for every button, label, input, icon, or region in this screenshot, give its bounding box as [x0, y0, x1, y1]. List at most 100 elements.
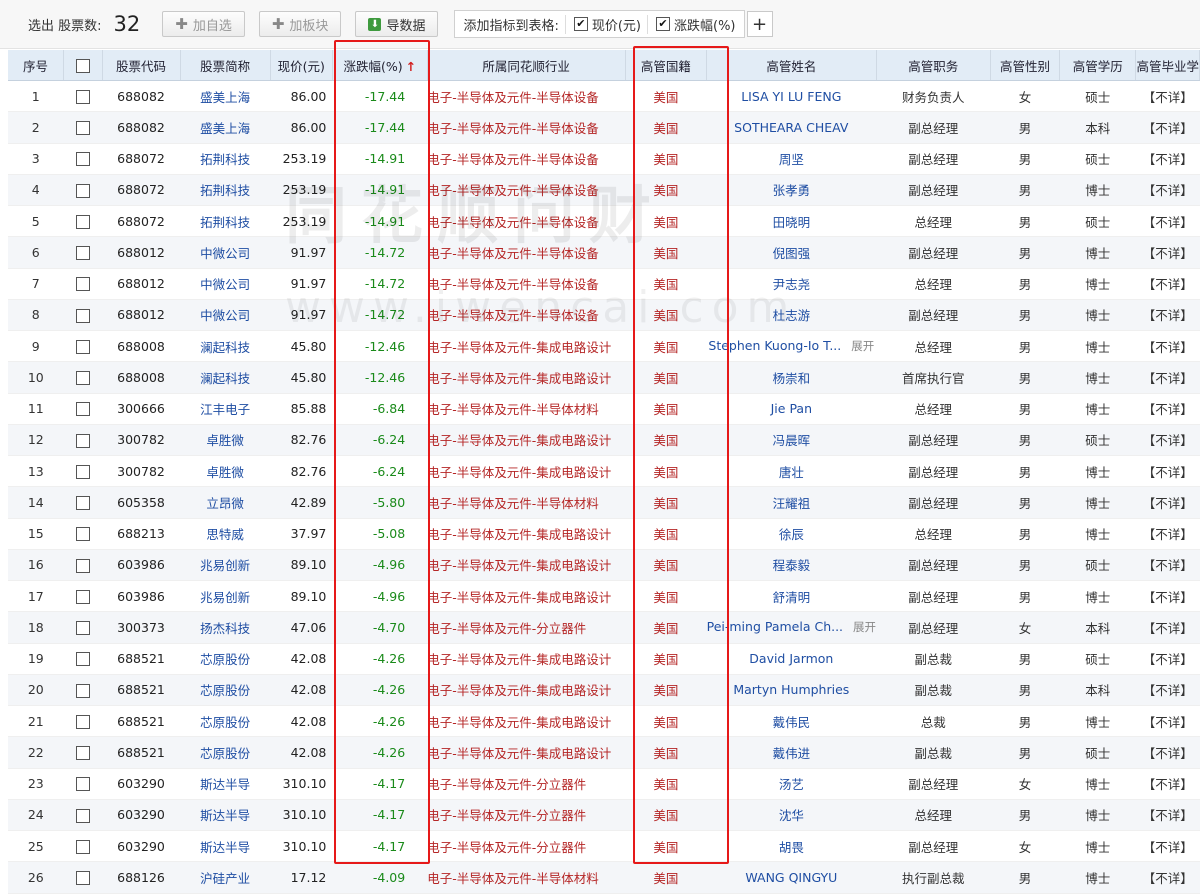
exec-name[interactable]: Jie Pan	[706, 393, 877, 425]
exec-name[interactable]: 杨崇和	[706, 361, 877, 394]
col-code[interactable]: 股票代码	[102, 50, 181, 81]
table-row[interactable]: 9 688008 澜起科技 45.80 -12.46 电子-半导体及元件-集成电路设计 美国…	[8, 330, 1200, 363]
stock-name[interactable]: 拓荆科技	[180, 143, 271, 175]
stock-code[interactable]: 688012	[102, 236, 181, 269]
stock-code[interactable]: 300373	[102, 611, 181, 644]
table-row[interactable]: 26 688126 沪硅产业 17.12 -4.09 电子-半导体及元件-半导体材料 美国 W…	[8, 861, 1200, 894]
col-seq[interactable]: 序号	[8, 50, 65, 81]
stock-name[interactable]: 中微公司	[180, 236, 271, 269]
row-select-checkbox[interactable]	[75, 496, 90, 511]
table-row[interactable]: 16 603986 兆易创新 89.10 -4.96 电子-半导体及元件-集成电路设计 美国…	[8, 549, 1200, 582]
exec-name[interactable]: 尹志尧	[706, 268, 877, 300]
add-sector-button[interactable]: ✚ 加板块	[258, 11, 342, 37]
row-select-checkbox[interactable]	[75, 683, 90, 698]
exec-name[interactable]: 杜志游	[706, 299, 877, 332]
row-select-checkbox[interactable]	[75, 589, 90, 604]
table-row[interactable]: 10 688008 澜起科技 45.80 -12.46 电子-半导体及元件-集成电路设计美…	[8, 361, 1200, 394]
stock-name[interactable]: 拓荆科技	[180, 174, 271, 207]
stock-name[interactable]: 沪硅产业	[180, 861, 271, 894]
stock-code[interactable]: 688012	[102, 299, 181, 332]
exec-name[interactable]: 徐辰	[706, 518, 877, 550]
col-select-all[interactable]	[63, 50, 103, 81]
exec-name-text[interactable]: 戴伟进	[773, 746, 811, 761]
exec-name[interactable]: 戴伟民	[706, 705, 877, 738]
exec-name[interactable]: 舒清明	[706, 580, 877, 613]
exec-name-text[interactable]: David Jarmon	[749, 651, 833, 666]
row-select-checkbox[interactable]	[75, 839, 90, 854]
row-select-checkbox[interactable]	[75, 621, 90, 636]
row-select-checkbox[interactable]	[75, 183, 90, 198]
stock-code[interactable]: 688521	[102, 643, 181, 675]
exec-name[interactable]: 戴伟进	[706, 736, 877, 769]
stock-code[interactable]: 603290	[102, 799, 181, 832]
stock-name[interactable]: 思特威	[180, 518, 271, 550]
row-select-checkbox[interactable]	[75, 746, 90, 761]
export-data-button[interactable]: ⬇ 导数据	[355, 11, 439, 37]
stock-name[interactable]: 芯原股份	[180, 643, 271, 675]
stock-name[interactable]: 芯原股份	[180, 705, 271, 738]
row-select-checkbox[interactable]	[75, 308, 90, 323]
exec-name[interactable]: Martyn Humphries	[706, 674, 877, 707]
stock-name[interactable]: 拓荆科技	[180, 205, 271, 238]
stock-code[interactable]: 688072	[102, 143, 181, 175]
exec-name[interactable]: 沈华	[706, 799, 877, 832]
table-row[interactable]: 23 603290 斯达半导 310.10 -4.17 电子-半导体及元件-分立器件 美国 汤…	[8, 768, 1200, 800]
col-price[interactable]: 现价(元)	[270, 50, 333, 81]
stock-code[interactable]: 688072	[102, 205, 181, 238]
row-select-checkbox[interactable]	[75, 214, 90, 229]
exec-name-text[interactable]: 倪图强	[773, 246, 811, 261]
exec-name-text[interactable]: 冯晨晖	[773, 433, 811, 448]
indicator-change-checkbox[interactable]: ✔ 涨跌幅(%)	[647, 14, 736, 34]
row-select-checkbox[interactable]	[75, 89, 90, 104]
stock-name[interactable]: 盛美上海	[180, 80, 271, 113]
stock-code[interactable]: 605358	[102, 486, 181, 519]
exec-name[interactable]: SOTHEARA CHEAV	[706, 111, 877, 144]
exec-name[interactable]: 张孝勇	[706, 174, 877, 207]
exec-name-text[interactable]: 汤艺	[779, 777, 804, 792]
exec-name-text[interactable]: 尹志尧	[773, 277, 811, 292]
col-industry[interactable]: 所属同花顺行业	[427, 50, 626, 81]
exec-name-text[interactable]: Jie Pan	[771, 401, 812, 416]
table-row[interactable]: 2 688082 盛美上海 86.00 -17.44 电子-半导体及元件-半导体设备 美国 S…	[8, 111, 1200, 144]
row-select-checkbox[interactable]	[75, 402, 90, 417]
row-select-checkbox[interactable]	[75, 339, 90, 354]
exec-name-text[interactable]: 汪耀祖	[773, 496, 811, 511]
stock-name[interactable]: 卓胜微	[180, 455, 271, 488]
row-select-checkbox[interactable]	[75, 652, 90, 667]
stock-name[interactable]: 斯达半导	[180, 830, 271, 863]
exec-name[interactable]: 周坚	[706, 143, 877, 175]
row-select-checkbox[interactable]	[75, 121, 90, 136]
stock-name[interactable]: 立昂微	[180, 486, 271, 519]
stock-name[interactable]: 斯达半导	[180, 768, 271, 800]
row-select-checkbox[interactable]	[75, 371, 90, 386]
table-row[interactable]: 22 688521 芯原股份 42.08 -4.26 电子-半导体及元件-集成电路设计 美国…	[8, 736, 1200, 769]
exec-name-text[interactable]: 徐辰	[779, 527, 804, 542]
stock-code[interactable]: 688521	[102, 705, 181, 738]
add-indicator-button[interactable]: +	[746, 11, 773, 37]
exec-name-text[interactable]: 沈华	[779, 808, 804, 823]
exec-name-text[interactable]: 周坚	[779, 152, 804, 167]
table-row[interactable]: 3 688072 拓荆科技 253.19 -14.91 电子-半导体及元件-半导体设备 美国…	[8, 143, 1200, 175]
exec-name-text[interactable]: WANG QINGYU	[745, 870, 837, 885]
table-row[interactable]: 14 605358 立昂微 42.89 -5.80 电子-半导体及元件-半导体材料 美国 汪耀…	[8, 486, 1200, 519]
row-select-checkbox[interactable]	[75, 277, 90, 292]
stock-code[interactable]: 603290	[102, 830, 181, 863]
table-row[interactable]: 11 300666 江丰电子 85.88 -6.84 电子-半导体及元件-半导体材料 美国 J…	[8, 393, 1200, 425]
table-row[interactable]: 12 300782 卓胜微 82.76 -6.24 电子-半导体及元件-集成电路设计 美国 冯…	[8, 424, 1200, 457]
table-row[interactable]: 7 688012 中微公司 91.97 -14.72 电子-半导体及元件-半导体设备 美国 尹…	[8, 268, 1200, 300]
table-row[interactable]: 5 688072 拓荆科技 253.19 -14.91 电子-半导体及元件-半导体设备 美国…	[8, 205, 1200, 238]
indicator-price-checkbox[interactable]: ✔ 现价(元)	[564, 14, 641, 34]
exec-name-text[interactable]: SOTHEARA CHEAV	[734, 120, 848, 135]
stock-name[interactable]: 盛美上海	[180, 111, 271, 144]
row-select-checkbox[interactable]	[75, 152, 90, 167]
table-row[interactable]: 21 688521 芯原股份 42.08 -4.26 电子-半导体及元件-集成电路设计 美国…	[8, 705, 1200, 738]
stock-name[interactable]: 芯原股份	[180, 674, 271, 707]
expand-link[interactable]: 展开	[853, 620, 876, 634]
row-select-checkbox[interactable]	[75, 808, 90, 823]
exec-name-text[interactable]: Stephen Kuong-Io T...	[708, 338, 841, 353]
table-row[interactable]: 20 688521 芯原股份 42.08 -4.26 电子-半导体及元件-集成电路设计 美国…	[8, 674, 1200, 707]
exec-name[interactable]: 倪图强	[706, 236, 877, 269]
expand-link[interactable]: 展开	[851, 339, 874, 353]
stock-code[interactable]: 688072	[102, 174, 181, 207]
stock-code[interactable]: 688008	[102, 361, 181, 394]
